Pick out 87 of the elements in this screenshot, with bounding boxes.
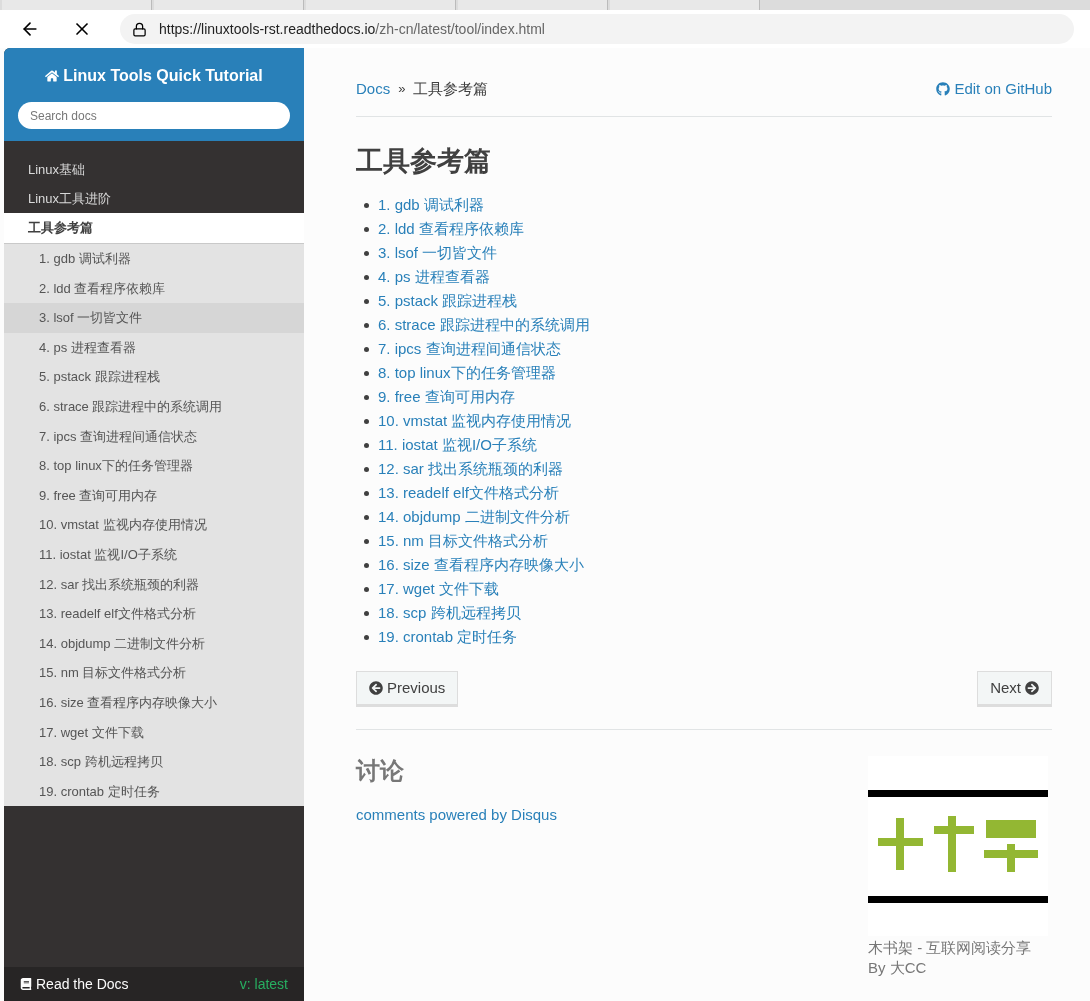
address-bar[interactable]: https://linuxtools-rst.readthedocs.io/zh-cn/latest/tool/index.html (120, 14, 1074, 44)
browser-tab[interactable] (154, 0, 304, 10)
nav-subitem[interactable]: 8. top linux下的任务管理器 (4, 451, 304, 481)
bullet-icon (364, 538, 369, 544)
nav-subitem[interactable]: 5. pstack 跟踪进程栈 (4, 362, 304, 392)
nav-subitem[interactable]: 17. wget 文件下载 (4, 717, 304, 748)
page-title: 工具参考篇 (356, 145, 492, 178)
nav-item[interactable]: Linux工具进阶 (4, 184, 304, 213)
breadcrumb-separator: » (398, 80, 406, 99)
nav-subitem[interactable]: 3. lsof 一切皆文件 (4, 303, 304, 333)
bullet-icon (364, 298, 369, 304)
bullet-icon (364, 226, 369, 232)
bullet-icon (364, 346, 369, 352)
bullet-icon (364, 562, 369, 568)
nav-subitem[interactable]: 1. gdb 调试利器 (4, 244, 304, 274)
bullet-icon (364, 634, 369, 640)
disqus-link[interactable]: comments powered by Disqus (356, 804, 557, 827)
search-field[interactable]: Search docs (18, 102, 290, 129)
nav-subitem[interactable]: 13. readelf elf文件格式分析 (4, 599, 304, 629)
bullet-icon (364, 442, 369, 448)
toc-link[interactable]: 17. wget 文件下载 (378, 577, 499, 601)
toc-link[interactable]: 19. crontab 定时任务 (378, 625, 518, 649)
bullet-icon (364, 322, 369, 328)
toc-link[interactable]: 1. gdb 调试利器 (378, 193, 484, 217)
site-title-link[interactable]: Linux Tools Quick Tutorial (45, 64, 263, 88)
nav-subitem[interactable]: 19. crontab 定时任务 (4, 776, 304, 807)
toc-link[interactable]: 6. strace 跟踪进程中的系统调用 (378, 313, 590, 337)
toc-link[interactable]: 13. readelf elf文件格式分析 (378, 481, 559, 505)
toc-link[interactable]: 8. top linux下的任务管理器 (378, 361, 556, 385)
toc-link[interactable]: 10. vmstat 监视内存使用情况 (378, 409, 572, 433)
toc-link[interactable]: 12. sar 找出系统瓶颈的利器 (378, 457, 564, 481)
nav-subitem[interactable]: 12. sar 找出系统瓶颈的利器 (4, 569, 304, 600)
bullet-icon (364, 370, 369, 376)
bullet-icon (364, 418, 369, 424)
toc-link[interactable]: 3. lsof 一切皆文件 (378, 241, 498, 265)
toc-link[interactable]: 15. nm 目标文件格式分析 (378, 529, 549, 553)
browser-tab[interactable] (610, 0, 760, 10)
bullet-icon (364, 202, 369, 208)
discussion-heading: 讨论 (356, 756, 405, 786)
book-icon (20, 978, 32, 990)
browser-tab[interactable] (2, 0, 152, 10)
nav-subitem[interactable]: 18. scp 跨机远程拷贝 (4, 747, 304, 777)
bullet-icon (364, 274, 369, 280)
nav-item[interactable]: 工具参考篇 (4, 213, 304, 244)
nav-subitem[interactable]: 4. ps 进程查看器 (4, 332, 304, 363)
read-the-docs-label: Read the Docs (20, 973, 129, 995)
previous-button[interactable]: Previous (356, 671, 459, 705)
home-icon (45, 69, 60, 83)
toc-link[interactable]: 11. iostat 监视I/O子系统 (378, 433, 537, 457)
bullet-icon (364, 514, 369, 520)
lock-icon (132, 21, 147, 37)
nav-subitem[interactable]: 6. strace 跟踪进程中的系统调用 (4, 391, 304, 422)
nav-subitem[interactable]: 14. objdump 二进制文件分析 (4, 628, 304, 659)
version-label: v: latest (239, 974, 288, 994)
next-button[interactable]: Next (977, 671, 1052, 705)
breadcrumb-current: 工具参考篇 (413, 78, 489, 99)
nav-subitem[interactable]: 15. nm 目标文件格式分析 (4, 658, 304, 688)
edit-on-github-link[interactable]: Edit on GitHub (936, 77, 1052, 101)
toc-link[interactable]: 4. ps 进程查看器 (378, 265, 490, 289)
toc-link[interactable]: 2. ldd 查看程序依赖库 (378, 217, 524, 241)
toc-link[interactable]: 18. scp 跨机远程拷贝 (378, 601, 521, 625)
nav-item[interactable]: Linux基础 (4, 155, 304, 184)
nav-subitem[interactable]: 2. ldd 查看程序依赖库 (4, 273, 304, 304)
nav-subitem[interactable]: 11. iostat 监视I/O子系统 (4, 539, 304, 570)
toc-link[interactable]: 16. size 查看程序内存映像大小 (378, 553, 584, 577)
bullet-icon (364, 466, 369, 472)
breadcrumb-link[interactable]: Docs (356, 77, 391, 101)
nav-subitem[interactable]: 10. vmstat 监视内存使用情况 (4, 510, 304, 540)
browser-tab[interactable] (458, 0, 608, 10)
github-icon (936, 82, 951, 96)
url-text: https://linuxtools-rst.readthedocs.io/zh-cn/latest/tool/index.html (159, 19, 545, 39)
toc-link[interactable]: 9. free 查询可用内存 (378, 385, 515, 409)
version-footer[interactable]: Read the Docs v: latest (4, 967, 304, 1001)
nav-subitem[interactable]: 16. size 查看程序内存映像大小 (4, 687, 304, 718)
toc-link[interactable]: 5. pstack 跟踪进程栈 (378, 289, 518, 313)
toc-link[interactable]: 14. objdump 二进制文件分析 (378, 505, 570, 529)
bullet-icon (364, 394, 369, 400)
bullet-icon (364, 586, 369, 592)
promo-caption: 木书架 - 互联网阅读分享 (868, 938, 1033, 958)
nav-subitem[interactable]: 9. free 查询可用内存 (4, 480, 304, 511)
toc-link[interactable]: 7. ipcs 查询进程间通信状态 (378, 337, 561, 361)
bullet-icon (364, 490, 369, 496)
promo-author: By 大CC (868, 958, 928, 978)
nav-subitem[interactable]: 7. ipcs 查询进程间通信状态 (4, 421, 304, 452)
browser-tab[interactable] (306, 0, 456, 10)
bullet-icon (364, 250, 369, 256)
bullet-icon (364, 610, 369, 616)
